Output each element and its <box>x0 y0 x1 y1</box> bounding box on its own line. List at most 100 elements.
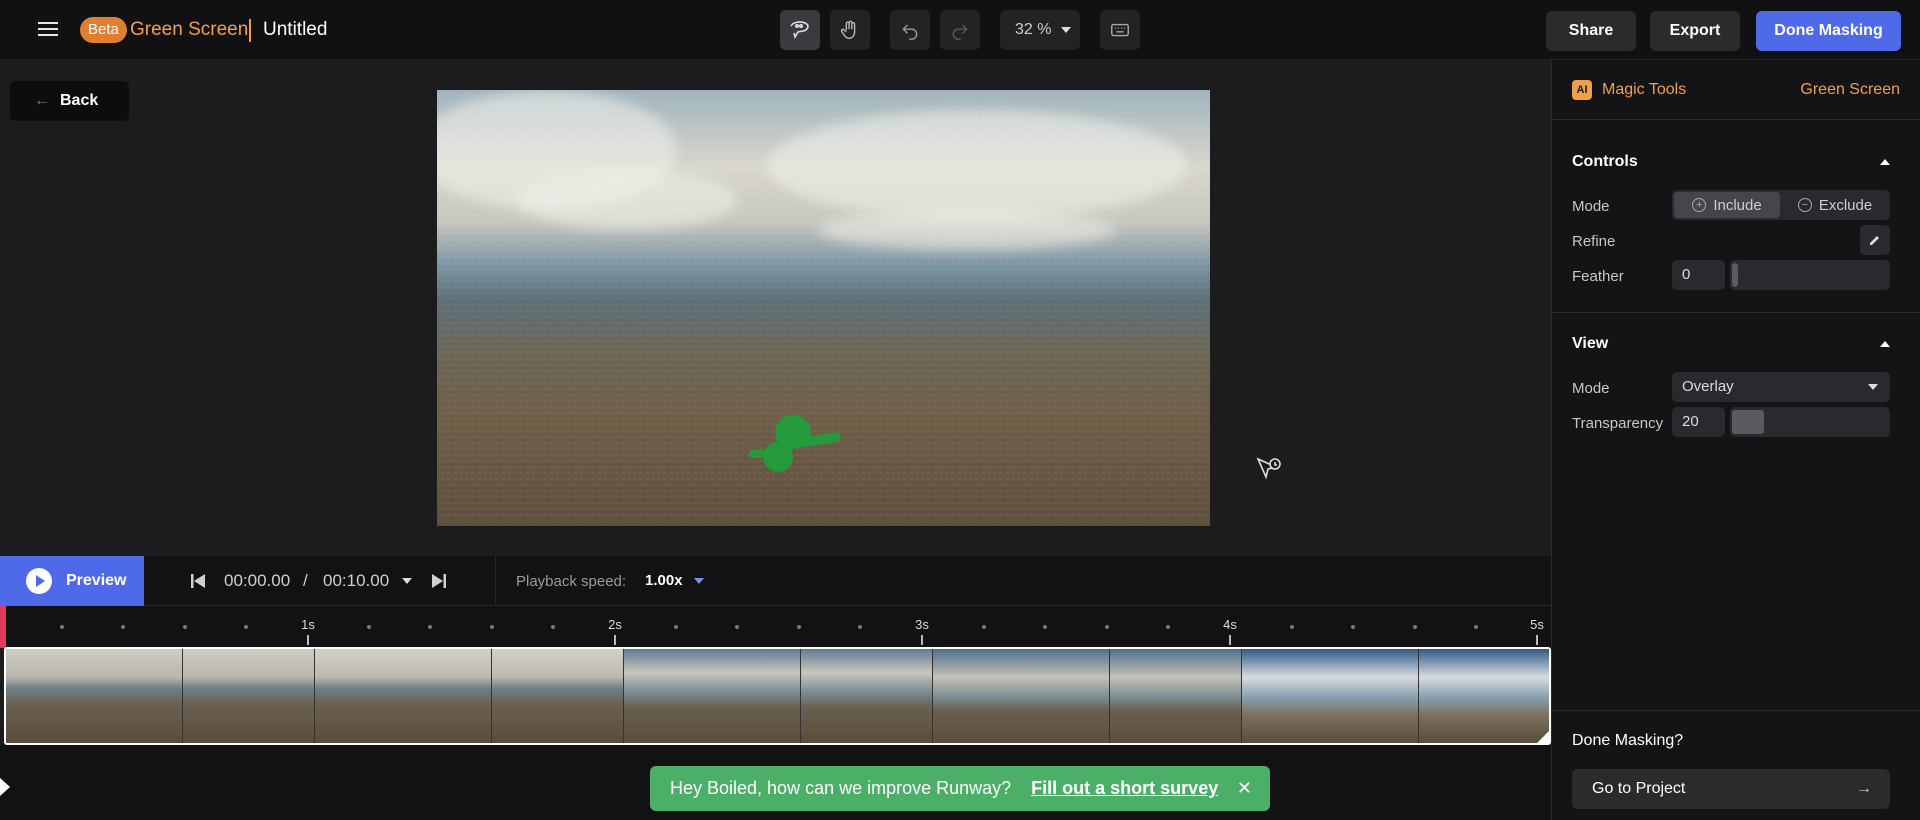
redo-button[interactable] <box>940 10 980 50</box>
divider <box>1552 710 1920 711</box>
app-title: Green Screen <box>130 19 249 40</box>
ruler-dot <box>490 625 494 629</box>
title-divider <box>249 19 251 42</box>
view-mode-value: Overlay <box>1682 378 1734 395</box>
filmstrip-frame <box>933 649 1111 743</box>
export-button[interactable]: Export <box>1650 11 1740 51</box>
preview-button[interactable]: Preview <box>0 556 144 606</box>
ruler-dot <box>674 625 678 629</box>
filmstrip-frame <box>6 649 184 743</box>
include-label: Include <box>1713 196 1762 214</box>
ruler-dot <box>1290 625 1294 629</box>
speed-dropdown-icon[interactable] <box>694 578 704 584</box>
chevron-down-icon <box>1061 27 1072 33</box>
mask-brush-tool-button[interactable] <box>780 10 820 50</box>
ruler-dot <box>428 625 432 629</box>
filmstrip-frame <box>1110 649 1242 743</box>
pencil-icon <box>1870 236 1879 245</box>
refine-label: Refine <box>1572 233 1616 250</box>
playback-speed-value[interactable]: 1.00x <box>645 572 683 589</box>
ruler-tick <box>921 635 923 645</box>
hamburger-menu-icon[interactable] <box>36 18 60 42</box>
skip-to-end-icon[interactable] <box>431 573 447 589</box>
filmstrip-frame <box>183 649 315 743</box>
back-button[interactable]: ← Back <box>10 81 129 121</box>
exclude-option[interactable]: − Exclude <box>1782 192 1888 218</box>
view-title[interactable]: View <box>1572 335 1608 353</box>
video-filmstrip[interactable] <box>4 647 1551 745</box>
undo-button[interactable] <box>890 10 930 50</box>
magic-tools-link[interactable]: Magic Tools <box>1602 81 1686 99</box>
filmstrip-frame <box>492 649 624 743</box>
right-sidebar: AI Magic Tools Green Screen Controls Mod… <box>1551 60 1920 820</box>
video-canvas[interactable] <box>437 90 1210 526</box>
controls-title[interactable]: Controls <box>1572 153 1638 171</box>
timeline-ruler[interactable]: 1s 2s 3s 4s 5s <box>0 606 1551 648</box>
ruler-dot <box>551 625 555 629</box>
playhead[interactable] <box>0 606 6 648</box>
close-icon[interactable]: ✕ <box>1237 778 1252 799</box>
feather-input[interactable]: 0 <box>1672 260 1725 290</box>
collapse-icon[interactable] <box>1880 159 1890 165</box>
ruler-tick <box>1229 635 1231 645</box>
feather-slider[interactable] <box>1730 260 1890 290</box>
done-masking-question: Done Masking? <box>1572 732 1684 749</box>
slider-thumb[interactable] <box>1732 410 1764 434</box>
playback-bar: Preview 00:00.00 / 00:10.00 Playback spe… <box>0 556 1551 606</box>
refine-button[interactable] <box>1860 225 1890 255</box>
document-title[interactable]: Untitled <box>263 19 327 41</box>
beta-badge: Beta <box>80 17 127 43</box>
resize-corner-icon[interactable] <box>1537 731 1549 743</box>
view-mode-label: Mode <box>1572 380 1610 397</box>
ruler-dot <box>183 625 187 629</box>
hand-icon <box>840 20 856 39</box>
transparency-input[interactable]: 20 <box>1672 407 1725 437</box>
ruler-dot <box>735 625 739 629</box>
ruler-dot <box>1105 625 1109 629</box>
track-marker-icon <box>0 778 10 796</box>
top-bar: Beta Green Screen Untitled 32 % Share Ex… <box>0 0 1920 60</box>
go-to-project-label: Go to Project <box>1592 780 1686 797</box>
mouse-cursor-icon <box>1256 457 1281 480</box>
playback-speed-label: Playback speed: <box>516 573 627 590</box>
done-masking-button[interactable]: Done Masking <box>1756 11 1901 51</box>
skip-to-start-icon[interactable] <box>190 573 206 589</box>
sidebar-header: AI Magic Tools Green Screen <box>1552 60 1920 120</box>
transparency-checkerboard <box>437 90 1210 526</box>
include-option[interactable]: + Include <box>1674 192 1780 218</box>
duration-dropdown-icon[interactable] <box>402 578 412 584</box>
ruler-label: 5s <box>1530 617 1544 632</box>
share-button[interactable]: Share <box>1546 11 1636 51</box>
filmstrip-frame <box>1242 649 1420 743</box>
ruler-tick <box>1536 635 1538 645</box>
ruler-label: 1s <box>301 617 315 632</box>
ruler-dot <box>1413 625 1417 629</box>
redo-icon <box>952 24 968 40</box>
transparency-slider[interactable] <box>1730 407 1890 437</box>
transparency-label: Transparency <box>1572 415 1664 432</box>
keyboard-shortcuts-button[interactable] <box>1100 10 1140 50</box>
zoom-select[interactable]: 32 % <box>1000 10 1080 50</box>
play-icon <box>26 568 52 594</box>
mode-label: Mode <box>1572 198 1610 215</box>
arrow-left-icon: ← <box>34 92 50 109</box>
collapse-icon[interactable] <box>1880 341 1890 347</box>
go-to-project-button[interactable]: Go to Project → <box>1572 769 1890 809</box>
survey-toast: Hey Boiled, how can we improve Runway? F… <box>650 766 1270 811</box>
divider <box>495 556 496 606</box>
pan-tool-button[interactable] <box>830 10 870 50</box>
slider-thumb[interactable] <box>1732 263 1738 287</box>
survey-link[interactable]: Fill out a short survey <box>1031 778 1218 799</box>
filmstrip-frame <box>1419 649 1549 743</box>
ruler-dot <box>60 625 64 629</box>
view-mode-select[interactable]: Overlay <box>1672 372 1890 402</box>
ruler-dot <box>1043 625 1047 629</box>
ruler-dot <box>858 625 862 629</box>
chevron-down-icon <box>1868 384 1878 390</box>
filmstrip-frame <box>315 649 493 743</box>
ruler-dot <box>797 625 801 629</box>
undo-icon <box>902 24 918 40</box>
view-section: View Mode Overlay Transparency 20 <box>1552 313 1920 443</box>
green-screen-link[interactable]: Green Screen <box>1800 81 1900 99</box>
ruler-label: 4s <box>1223 617 1237 632</box>
